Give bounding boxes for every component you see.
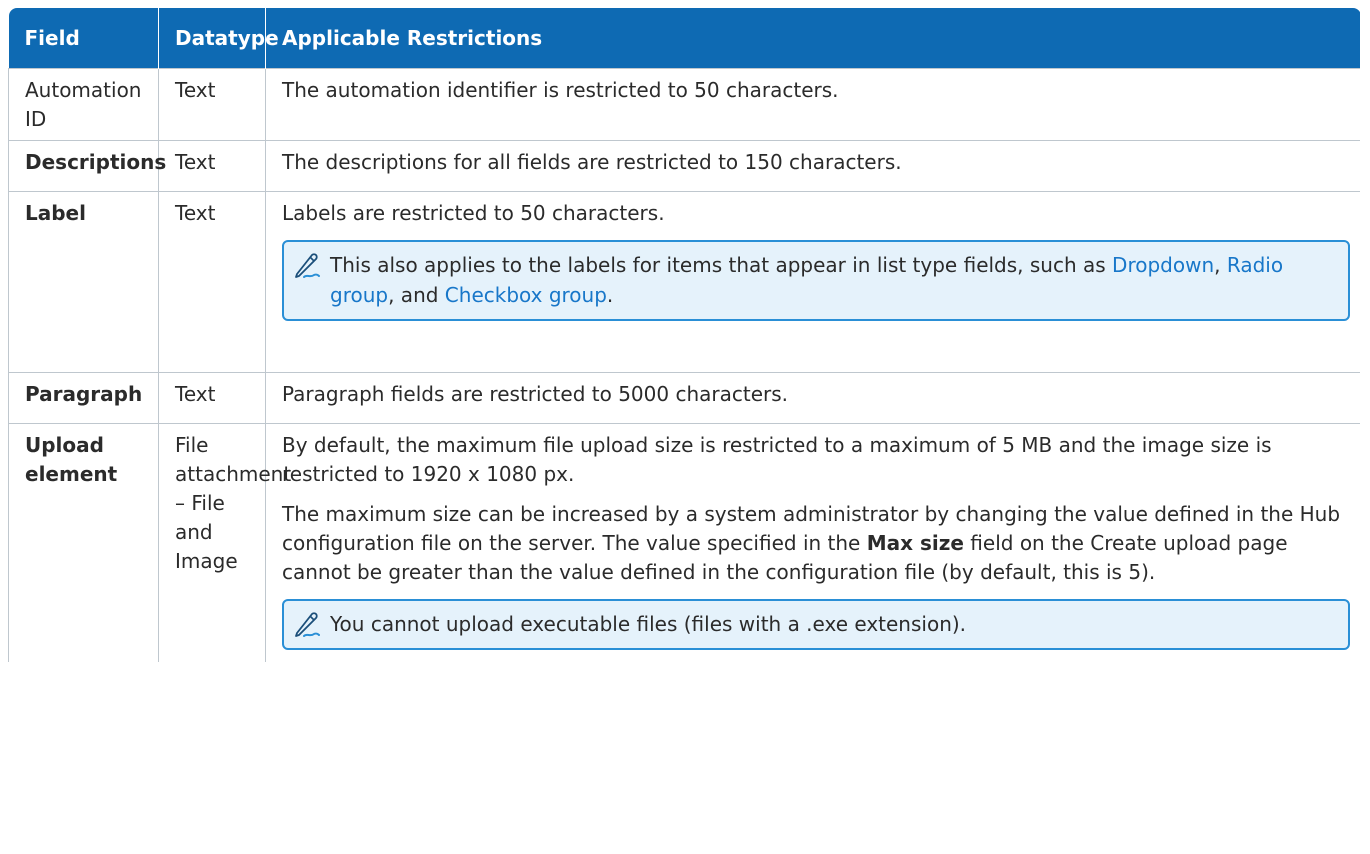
datatype-cell: File attachment – File and Image — [158, 422, 291, 662]
restrictions-table-wrapper: Field Datatype Applicable Restrictions A… — [8, 8, 1360, 854]
table-row: Automation ID Text The automation identi… — [8, 67, 1360, 141]
pencil-note-icon — [295, 252, 320, 278]
restrictions-table: Field Datatype Applicable Restrictions A… — [8, 8, 1360, 662]
header-row: Field Datatype Applicable Restrictions — [8, 8, 1360, 68]
note-separator: , and — [388, 282, 445, 307]
restriction-cell: Paragraph fields are restricted to 5000 … — [265, 371, 1360, 424]
pencil-note-icon — [295, 611, 320, 637]
note-text: This also applies to the labels for item… — [330, 252, 1113, 277]
note-separator: , — [1214, 252, 1227, 277]
table-row: Paragraph Text Paragraph fields are rest… — [8, 371, 1360, 424]
note-box: This also applies to the labels for item… — [282, 239, 1350, 321]
datatype-cell: Text — [158, 139, 266, 192]
table-header: Field Datatype Applicable Restrictions — [8, 8, 1360, 68]
note-text-end: . — [606, 282, 614, 307]
header-field: Field — [8, 8, 159, 68]
header-restrictions: Applicable Restrictions — [265, 8, 1360, 68]
datatype-cell: Text — [158, 67, 266, 141]
max-size-term: Max size — [866, 530, 964, 555]
header-datatype: Datatype — [158, 8, 279, 68]
table-row: Descriptions Text The descriptions for a… — [8, 139, 1360, 192]
field-cell: Label — [8, 190, 159, 373]
checkbox-group-link[interactable]: Checkbox group — [445, 283, 607, 307]
field-cell: Automation ID — [8, 67, 159, 141]
restriction-text-2: The maximum size can be increased by a s… — [282, 500, 1350, 587]
note-box: You cannot upload executable files (file… — [282, 598, 1350, 650]
restriction-cell: By default, the maximum file upload size… — [265, 422, 1360, 662]
dropdown-link[interactable]: Dropdown — [1112, 253, 1214, 277]
restriction-text: By default, the maximum file upload size… — [282, 432, 1272, 486]
restriction-cell: The descriptions for all fields are rest… — [265, 139, 1360, 192]
restriction-cell: Labels are restricted to 50 characters. … — [265, 190, 1360, 373]
datatype-cell: Text — [158, 190, 266, 373]
table-row: Label Text Labels are restricted to 50 c… — [8, 190, 1360, 373]
note-text: You cannot upload executable files (file… — [330, 611, 967, 636]
field-cell: Paragraph — [8, 371, 159, 424]
restriction-cell: The automation identifier is restricted … — [265, 67, 1360, 141]
field-cell: Descriptions — [8, 139, 166, 192]
table-row: Upload element File attachment – File an… — [8, 422, 1360, 662]
restriction-text: Labels are restricted to 50 characters. — [282, 200, 665, 225]
field-cell: Upload element — [8, 422, 159, 662]
datatype-cell: Text — [158, 371, 266, 424]
